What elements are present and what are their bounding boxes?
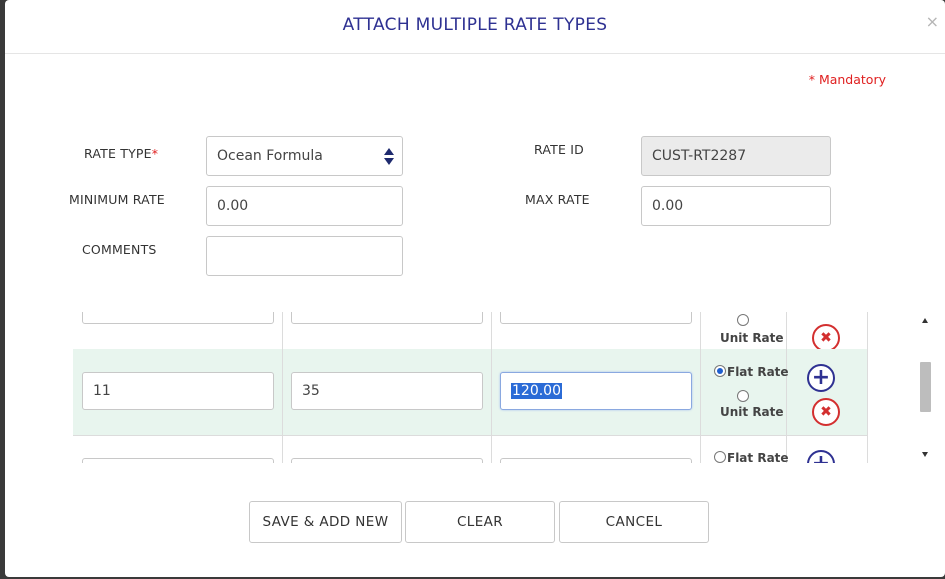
row-field-2[interactable] — [291, 312, 483, 324]
comments-input[interactable] — [206, 236, 403, 276]
row-field-1[interactable] — [82, 312, 274, 324]
cancel-button[interactable]: CANCEL — [559, 501, 709, 543]
close-icon[interactable]: × — [926, 12, 939, 31]
delete-row-icon[interactable]: ✖ — [812, 398, 840, 426]
row-field-2[interactable] — [291, 458, 483, 463]
row-field-1[interactable]: 11 — [82, 372, 274, 410]
row-field-3[interactable]: 120.00 — [500, 372, 692, 410]
table-row: Flat Rate + — [73, 436, 868, 463]
add-row-icon[interactable]: + — [807, 364, 835, 392]
row-field-3[interactable] — [500, 312, 692, 324]
comments-label: COMMENTS — [82, 242, 157, 257]
table-row: Unit Rate ✖ — [73, 312, 868, 352]
modal-title: ATTACH MULTIPLE RATE TYPES — [342, 15, 608, 35]
add-row-icon[interactable]: + — [807, 450, 835, 463]
rate-type-label-text: RATE TYPE — [84, 146, 152, 161]
table-row-active: 11 35 120.00 Flat Rate Unit Rate + ✖ — [73, 349, 868, 436]
scroll-thumb[interactable] — [920, 362, 931, 412]
save-and-add-new-button[interactable]: SAVE & ADD NEW — [249, 501, 402, 543]
minimum-rate-label: MINIMUM RATE — [69, 192, 165, 207]
rate-type-value: Ocean Formula — [217, 148, 323, 164]
scroll-down-icon[interactable] — [922, 452, 928, 457]
max-rate-input[interactable]: 0.00 — [641, 186, 831, 226]
modal-header: ATTACH MULTIPLE RATE TYPES × — [5, 0, 945, 54]
delete-row-icon[interactable]: ✖ — [812, 324, 840, 352]
attach-rate-types-modal: ATTACH MULTIPLE RATE TYPES × * Mandatory… — [5, 0, 945, 577]
unit-rate-label: Unit Rate — [720, 405, 784, 419]
mandatory-note: * Mandatory — [808, 72, 886, 87]
rate-type-select[interactable]: Ocean Formula — [206, 136, 403, 176]
clear-button[interactable]: CLEAR — [405, 501, 555, 543]
row-field-1[interactable] — [82, 458, 274, 463]
flat-rate-radio[interactable] — [714, 365, 726, 377]
row-field-2[interactable]: 35 — [291, 372, 483, 410]
rate-id-label: RATE ID — [534, 142, 584, 157]
flat-rate-label: Flat Rate — [727, 451, 789, 463]
unit-rate-radio[interactable] — [737, 314, 749, 326]
row-field-3[interactable] — [500, 458, 692, 463]
unit-rate-radio[interactable] — [737, 390, 749, 402]
flat-rate-label: Flat Rate — [727, 365, 789, 379]
rate-type-label: RATE TYPE* — [84, 146, 158, 161]
rate-rows-table: Unit Rate ✖ 11 35 120.00 Flat Rate Unit … — [73, 312, 868, 463]
selected-text: 120.00 — [511, 383, 562, 399]
max-rate-label: MAX RATE — [525, 192, 590, 207]
table-scrollbar[interactable] — [919, 312, 931, 463]
unit-rate-label: Unit Rate — [720, 331, 784, 345]
required-mark: * — [151, 146, 159, 161]
rate-id-field: CUST-RT2287 — [641, 136, 831, 176]
scroll-up-icon[interactable] — [922, 318, 928, 323]
flat-rate-radio[interactable] — [714, 451, 726, 463]
minimum-rate-input[interactable]: 0.00 — [206, 186, 403, 226]
select-arrows-icon — [384, 148, 394, 166]
